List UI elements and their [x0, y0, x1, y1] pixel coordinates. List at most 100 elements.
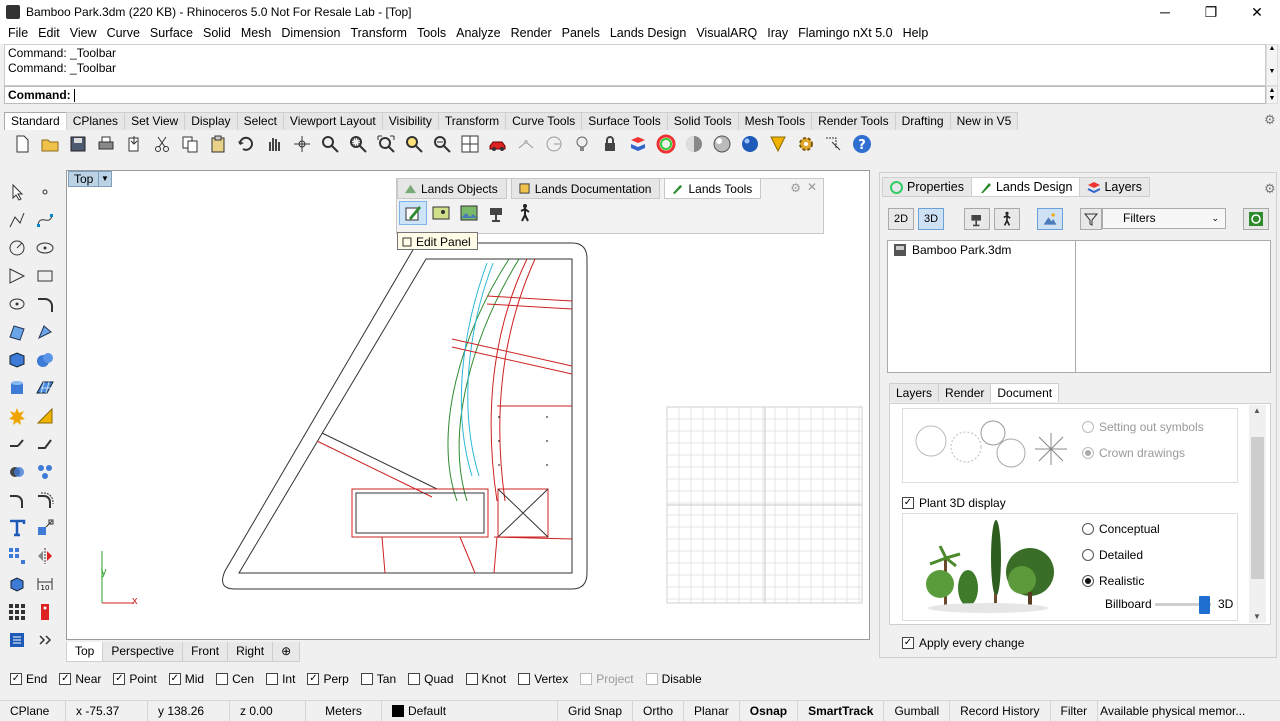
map-icon[interactable]: [427, 201, 455, 225]
view-3d-button[interactable]: 3D: [918, 208, 944, 230]
tab-viewport-layout[interactable]: Viewport Layout: [282, 112, 383, 130]
toggle-smarttrack[interactable]: SmartTrack: [798, 700, 885, 721]
tag-icon[interactable]: [31, 598, 59, 626]
explode-icon[interactable]: [3, 402, 31, 430]
camera-button[interactable]: [964, 208, 990, 230]
billboard-slider-thumb[interactable]: [1199, 596, 1210, 614]
print-icon[interactable]: [92, 131, 120, 157]
menu-view[interactable]: View: [65, 26, 102, 40]
panel-gear-icon[interactable]: ⚙: [790, 181, 801, 195]
import-icon[interactable]: [120, 131, 148, 157]
four-viewports-icon[interactable]: [456, 131, 484, 157]
option-realistic[interactable]: Realistic: [1082, 574, 1144, 588]
mirror-icon[interactable]: [31, 542, 59, 570]
cplane-icon[interactable]: [540, 131, 568, 157]
scroll-down-icon[interactable]: ▼: [1253, 612, 1261, 621]
tab-properties[interactable]: Properties: [882, 177, 972, 197]
zoom-icon[interactable]: [316, 131, 344, 157]
rotate-view-icon[interactable]: [428, 131, 456, 157]
osnap-near[interactable]: ✓ Near: [59, 672, 101, 686]
rectangle-icon[interactable]: [31, 262, 59, 290]
osnap-tan[interactable]: Tan: [360, 672, 396, 686]
close-button[interactable]: ✕: [1234, 0, 1280, 24]
text-icon[interactable]: [3, 514, 31, 542]
tab-lands-objects[interactable]: Lands Objects: [397, 179, 507, 199]
toggle-filter[interactable]: Filter: [1051, 700, 1099, 721]
camera-icon[interactable]: [483, 201, 511, 225]
tab-lands-documentation[interactable]: Lands Documentation: [510, 179, 661, 199]
paste-icon[interactable]: [204, 131, 232, 157]
osnap-checkbox[interactable]: [360, 673, 373, 685]
toggle-gumball[interactable]: Gumball: [884, 700, 951, 721]
menu-lands-design[interactable]: Lands Design: [605, 26, 691, 40]
osnap-checkbox[interactable]: [645, 673, 658, 685]
circle-icon[interactable]: [3, 234, 31, 262]
checkbox-checked[interactable]: ✓: [902, 637, 914, 649]
arc-icon[interactable]: [3, 290, 31, 318]
zoom-selected-icon[interactable]: [400, 131, 428, 157]
filters-dropdown[interactable]: Filters ⌄: [1102, 208, 1226, 229]
sync-button[interactable]: [1243, 208, 1269, 230]
walk-button[interactable]: [994, 208, 1020, 230]
grid-icon[interactable]: [3, 598, 31, 626]
radio-realistic[interactable]: [1082, 575, 1094, 587]
radio-conceptual[interactable]: [1082, 523, 1094, 535]
osnap-checkbox[interactable]: ✓: [59, 673, 72, 685]
menu-analyze[interactable]: Analyze: [451, 26, 505, 40]
osnap-checkbox[interactable]: [266, 673, 279, 685]
cut-icon[interactable]: [148, 131, 176, 157]
surface-icon[interactable]: [3, 318, 31, 346]
copy-icon[interactable]: [176, 131, 204, 157]
checkbox-checked[interactable]: ✓: [902, 497, 914, 509]
menu-mesh[interactable]: Mesh: [236, 26, 277, 40]
tree-divider[interactable]: [1075, 241, 1076, 372]
osnap-checkbox[interactable]: [216, 673, 229, 685]
osnap-quad[interactable]: Quad: [408, 672, 454, 686]
shade-icon[interactable]: [680, 131, 708, 157]
open-icon[interactable]: [36, 131, 64, 157]
toggle-osnap[interactable]: Osnap: [740, 700, 799, 721]
move-icon[interactable]: [288, 131, 316, 157]
menu-flamingo[interactable]: Flamingo nXt 5.0: [793, 26, 898, 40]
tab-layers[interactable]: Layers: [1079, 177, 1150, 197]
zoom-window-icon[interactable]: [344, 131, 372, 157]
status-layer[interactable]: Default: [382, 700, 558, 721]
sphere-solid-icon[interactable]: [31, 346, 59, 374]
osnap-checkbox[interactable]: [518, 673, 531, 685]
menu-edit[interactable]: Edit: [33, 26, 65, 40]
sphere-icon[interactable]: [736, 131, 764, 157]
tab-surface-tools[interactable]: Surface Tools: [581, 112, 668, 130]
polyline-icon[interactable]: [3, 206, 31, 234]
tab-select[interactable]: Select: [236, 112, 284, 130]
osnap-perp[interactable]: ✓ Perp: [307, 672, 349, 686]
light-icon[interactable]: [568, 131, 596, 157]
viewport-tab-perspective[interactable]: Perspective: [102, 642, 184, 662]
command-spinner[interactable]: ▲ ▼: [1266, 86, 1278, 104]
menu-curve[interactable]: Curve: [102, 26, 145, 40]
osnap-checkbox[interactable]: ✓: [10, 673, 22, 685]
tab-mesh-tools[interactable]: Mesh Tools: [737, 112, 813, 130]
osnap-checkbox[interactable]: [465, 673, 478, 685]
menu-dimension[interactable]: Dimension: [276, 26, 345, 40]
tab-lands-design[interactable]: Lands Design: [970, 177, 1081, 197]
status-units[interactable]: Meters: [306, 700, 382, 721]
pan-icon[interactable]: [260, 131, 288, 157]
trim-icon[interactable]: [31, 402, 59, 430]
panel-close-icon[interactable]: ✕: [807, 180, 817, 194]
viewport-tab-right[interactable]: Right: [227, 642, 274, 662]
more-icon[interactable]: [31, 626, 59, 654]
edit-panel-icon[interactable]: [399, 201, 427, 225]
box-icon[interactable]: [3, 346, 31, 374]
layer-icon[interactable]: [624, 131, 652, 157]
tab-lands-tools[interactable]: Lands Tools: [664, 179, 762, 199]
color-wheel-icon[interactable]: [652, 131, 680, 157]
toggle-record-history[interactable]: Record History: [950, 700, 1051, 721]
osnap-mid[interactable]: ✓ Mid: [168, 672, 204, 686]
toggle-planar[interactable]: Planar: [684, 700, 740, 721]
revolve-icon[interactable]: [31, 318, 59, 346]
tab-transform[interactable]: Transform: [437, 112, 507, 130]
tab-curve-tools[interactable]: Curve Tools: [505, 112, 583, 130]
undo-icon[interactable]: [232, 131, 260, 157]
boolean-icon[interactable]: [3, 458, 31, 486]
terrain-button[interactable]: [1037, 208, 1063, 230]
